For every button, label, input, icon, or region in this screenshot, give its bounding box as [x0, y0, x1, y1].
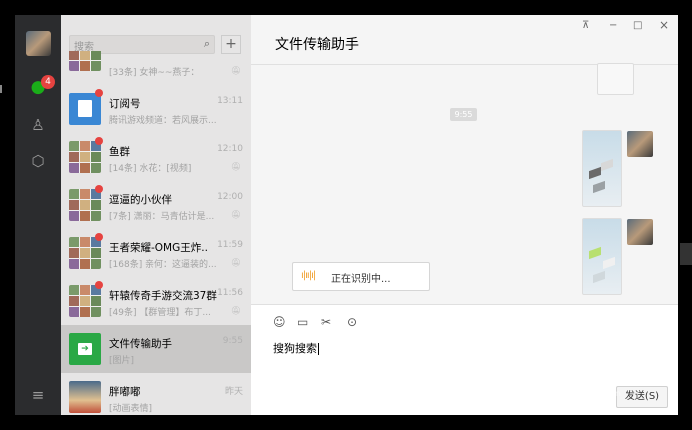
nav-sidebar: ● 4 ♙ ⬡ ≡ [15, 15, 61, 415]
item-name: 轩辕传奇手游交流37群 [109, 290, 217, 302]
mute-icon: 🔕︎ [230, 210, 241, 219]
list-item[interactable]: [33条] 女神~~燕子： 🔕︎ [61, 51, 251, 81]
emoji-icon[interactable]: ☺ [273, 315, 286, 329]
contacts-icon[interactable]: ♙ [28, 115, 48, 135]
edge-mark [0, 85, 2, 93]
item-name: 鱼群 [109, 146, 130, 158]
scissors-icon[interactable]: ✂ [321, 315, 331, 329]
file-transfer-avatar: ➔ [69, 333, 101, 365]
message-timestamp: 9:55 [450, 108, 477, 121]
maximize-button[interactable]: □ [633, 20, 642, 31]
item-preview: [图片] [109, 356, 135, 366]
folder-icon[interactable]: ▭ [297, 315, 308, 329]
image-message[interactable] [582, 218, 622, 295]
favorites-icon[interactable]: ⬡ [28, 151, 48, 171]
voice-wave-icon: ı|ıı|ı| [301, 270, 316, 281]
unread-badge: 4 [41, 75, 55, 89]
list-item[interactable]: 轩辕传奇手游交流37群 11:56 [49条] 【群管理】布丁... 🔕︎ [61, 277, 251, 325]
list-item[interactable]: 鱼群 12:10 [14条] 水花：[视频] 🔕︎ [61, 133, 251, 181]
item-time: 13:11 [217, 96, 243, 106]
group-avatar [69, 237, 101, 269]
item-preview: 腾讯游戏频道：若风展示... [109, 116, 217, 126]
item-time: 11:56 [217, 288, 243, 298]
document-icon [78, 100, 92, 117]
contact-avatar [69, 381, 101, 413]
voice-recognition-popup: ı|ıı|ı| 正在识别中... [292, 262, 430, 291]
list-item[interactable]: 胖嘟嘟 昨天 [动画表情] [61, 373, 251, 415]
group-avatar [69, 189, 101, 221]
unread-dot [95, 281, 103, 289]
send-button[interactable]: 发送(S) [616, 386, 668, 408]
minimize-button[interactable]: − [609, 20, 617, 31]
item-time: 11:59 [217, 240, 243, 250]
item-preview: [14条] 水花：[视频] [109, 164, 192, 174]
file-transfer-icon: ➔ [78, 343, 92, 355]
item-preview: [49条] 【群管理】布丁... [109, 308, 211, 318]
conversation-list: 搜索 ⌕ + [33条] 女神~~燕子： 🔕︎ 订阅号 13:11 腾讯游戏频道… [61, 15, 251, 415]
item-time: 12:00 [217, 192, 243, 202]
image-message[interactable] [597, 63, 634, 95]
watermark-logo-icon [515, 343, 543, 371]
my-avatar-message[interactable] [627, 131, 653, 157]
chat-bubble-icon[interactable]: ⊙ [347, 315, 357, 329]
list-item[interactable]: 王者荣耀-OMG王炸... 11:59 [168条] 亲何：这逼装的... 🔕︎ [61, 229, 251, 277]
group-avatar [69, 141, 101, 173]
subscription-avatar [69, 93, 101, 125]
list-item[interactable]: 订阅号 13:11 腾讯游戏频道：若风展示... [61, 85, 251, 133]
item-preview: [动画表情] [109, 404, 153, 414]
mute-icon: 🔕︎ [230, 66, 241, 75]
unread-dot [95, 89, 103, 97]
menu-icon[interactable]: ≡ [28, 385, 48, 405]
my-avatar[interactable] [26, 31, 51, 56]
close-button[interactable]: × [659, 18, 669, 32]
item-time: 昨天 [224, 387, 243, 397]
group-avatar [69, 51, 101, 71]
item-name: 逗逼的小伙伴 [109, 194, 172, 206]
image-message[interactable] [582, 130, 622, 207]
chat-title: 文件传输助手 [275, 37, 359, 53]
item-time: 12:10 [217, 144, 243, 154]
item-preview: [7条] 潇丽：马青估计是... [109, 212, 215, 222]
item-preview: [33条] 女神~~燕子： [109, 68, 200, 78]
message-input[interactable]: 搜狗搜索 [273, 340, 319, 356]
item-name: 文件传输助手 [109, 338, 172, 350]
item-name: 胖嘟嘟 [109, 386, 141, 398]
item-name: 订阅号 [109, 98, 141, 110]
watermark-subtext: zhinan.sogou.com [548, 389, 621, 398]
list-item-selected[interactable]: ➔ 文件传输助手 9:55 [图片] [61, 325, 251, 373]
watermark-text: 搜狗指南 [545, 346, 622, 368]
pin-button[interactable]: ⊼ [582, 20, 589, 31]
item-preview: [168条] 亲何：这逼装的... [109, 260, 217, 270]
unread-dot [95, 185, 103, 193]
item-time: 9:55 [222, 336, 243, 346]
edge-bar [680, 243, 692, 265]
group-avatar [69, 285, 101, 317]
item-name: 王者荣耀-OMG王炸... [109, 242, 209, 254]
list-item[interactable]: 逗逼的小伙伴 12:00 [7条] 潇丽：马青估计是... 🔕︎ [61, 181, 251, 229]
mute-icon: 🔕︎ [230, 162, 241, 171]
text-caret [318, 343, 319, 355]
mute-icon: 🔕︎ [230, 258, 241, 267]
unread-dot [95, 233, 103, 241]
my-avatar-message[interactable] [627, 219, 653, 245]
voice-status: 正在识别中... [331, 274, 391, 285]
mute-icon: 🔕︎ [230, 306, 241, 315]
search-icon: ⌕ [203, 37, 210, 50]
unread-dot [95, 137, 103, 145]
